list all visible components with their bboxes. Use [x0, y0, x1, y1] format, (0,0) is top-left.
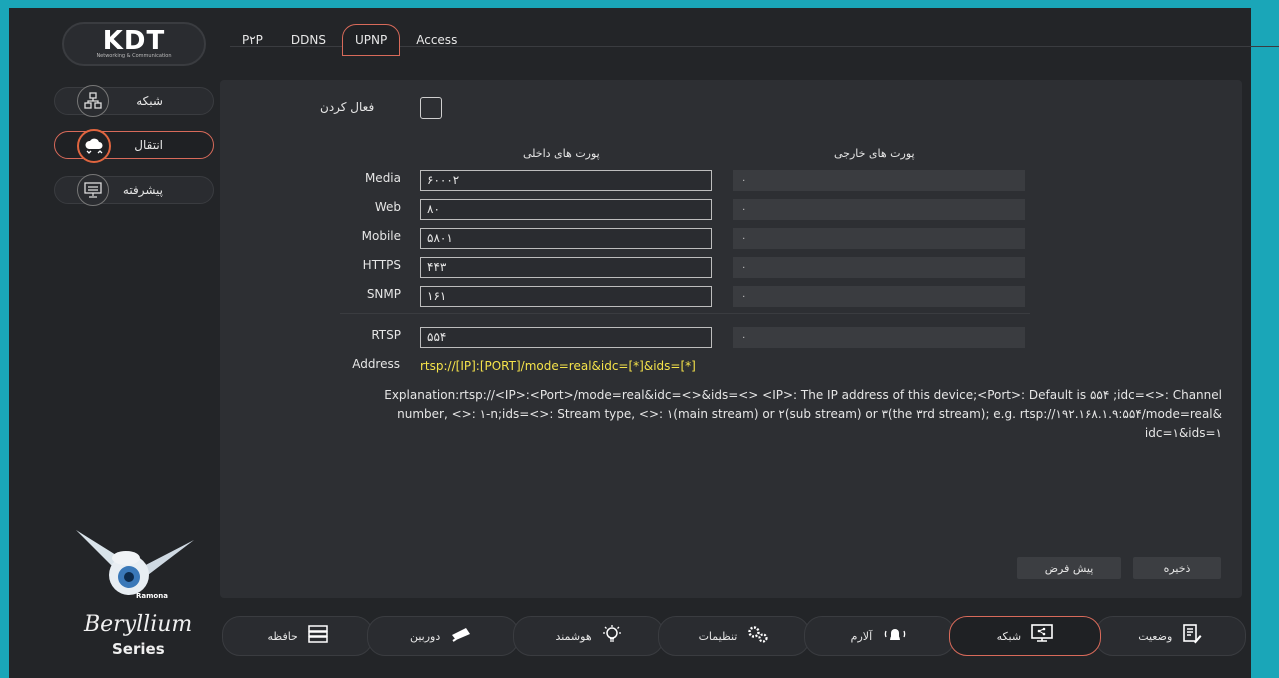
sidebar-label-transfer: انتقال: [134, 138, 163, 152]
ramona-mascot-image: Ramona: [76, 530, 194, 600]
web-external-port-field: ۰: [733, 199, 1025, 220]
nav-alarm[interactable]: آلارم: [803, 616, 956, 656]
row-label-web: Web: [374, 200, 401, 214]
nav-label-smart: هوشمند: [555, 629, 592, 643]
nav-camera[interactable]: دوربین: [367, 616, 519, 656]
row-label-rtsp: RTSP: [371, 328, 401, 342]
gears-icon: [747, 625, 769, 647]
address-label: Address: [352, 357, 400, 371]
tab-ddns[interactable]: DDNS: [279, 25, 338, 55]
sidebar-item-transfer[interactable]: انتقال: [54, 129, 214, 163]
save-button[interactable]: ذخیره: [1133, 557, 1221, 579]
default-button[interactable]: پیش فرض: [1017, 557, 1121, 579]
internal-ports-header: پورت های داخلی: [523, 147, 600, 160]
nav-label-network: شبکه: [996, 629, 1022, 643]
nav-network[interactable]: شبکه: [949, 616, 1101, 656]
mobile-internal-port-input[interactable]: ۵۸۰۱: [420, 228, 712, 249]
rtsp-external-port-field: ۰: [733, 327, 1025, 348]
snmp-external-port-field: ۰: [733, 286, 1025, 307]
logo-mark: KDT: [102, 26, 166, 56]
https-internal-port-input[interactable]: ۴۴۳: [420, 257, 712, 278]
mascot-label: Ramona: [136, 592, 168, 600]
nav-label-storage: حافظه: [267, 629, 298, 643]
tab-upnp[interactable]: UPNP: [342, 24, 401, 56]
tab-p2p[interactable]: P۲P: [230, 25, 275, 55]
nav-smart[interactable]: هوشمند: [512, 616, 665, 656]
enable-checkbox[interactable]: [420, 97, 442, 119]
nav-settings[interactable]: تنظیمات: [658, 616, 810, 656]
row-label-mobile: Mobile: [361, 229, 401, 243]
brand-series: Series: [112, 640, 165, 658]
media-external-port-field: ۰: [733, 170, 1025, 191]
storage-icon: [308, 625, 328, 647]
row-label-https: HTTPS: [362, 258, 401, 272]
tab-access[interactable]: Access: [404, 25, 469, 55]
nav-storage[interactable]: حافظه: [222, 616, 374, 656]
rtsp-internal-port-input[interactable]: ۵۵۴: [420, 327, 712, 348]
bottom-nav: حافظه دوربین هوشمند تنظیمات آلارم شبکه و…: [222, 616, 1246, 656]
nav-label-camera: دوربین: [409, 629, 441, 643]
sidebar-label-network: شبکه: [136, 94, 163, 108]
sidebar-item-advanced[interactable]: پیشرفته: [54, 174, 214, 206]
enable-label: فعال کردن: [320, 100, 375, 114]
sidebar-item-network[interactable]: شبکه: [54, 85, 214, 117]
row-label-media: Media: [364, 171, 401, 185]
divider: [340, 313, 1030, 314]
https-external-port-field: ۰: [733, 257, 1025, 278]
kdt-logo: KDT Networking & Communication: [62, 22, 206, 66]
snmp-internal-port-input[interactable]: ۱۶۱: [420, 286, 712, 307]
status-icon: [1182, 624, 1202, 648]
network-icon: [77, 85, 109, 117]
alarm-icon: [882, 625, 908, 647]
rtsp-explanation: Explanation:rtsp://<IP>:<Port>/mode=real…: [384, 388, 1222, 440]
cloud-sync-icon: [77, 129, 111, 163]
sidebar-label-advanced: پیشرفته: [122, 183, 163, 197]
nav-label-status: وضعیت: [1138, 629, 1173, 643]
row-label-snmp: SNMP: [366, 287, 401, 301]
top-tabs: P۲P DDNS UPNP Access: [230, 20, 1279, 60]
mobile-external-port-field: ۰: [733, 228, 1025, 249]
bulb-icon: [602, 624, 622, 648]
monitor-icon: [77, 174, 109, 206]
media-internal-port-input[interactable]: ۶۰۰۰۲: [420, 170, 712, 191]
network-monitor-icon: [1031, 624, 1053, 648]
brand-name: Beryllium: [84, 612, 193, 637]
nav-label-alarm: آلارم: [850, 629, 873, 643]
rtsp-address-value: rtsp://[IP]:[PORT]/mode=real&idc=[*]&ids…: [420, 359, 696, 373]
nav-status[interactable]: وضعیت: [1094, 616, 1246, 656]
external-ports-header: پورت های خارجی: [834, 147, 915, 160]
nav-label-settings: تنظیمات: [698, 629, 738, 643]
web-internal-port-input[interactable]: ۸۰: [420, 199, 712, 220]
camera-icon: [450, 626, 476, 646]
logo-subtitle: Networking & Communication: [96, 53, 172, 59]
